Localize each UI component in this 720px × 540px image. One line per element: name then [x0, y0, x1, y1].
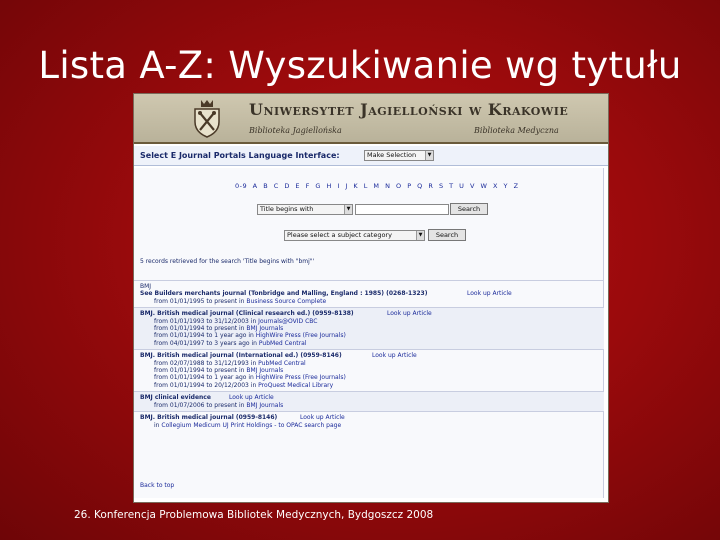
slide-title: Lista A-Z: Wyszukiwanie wg tytułu [38, 44, 682, 87]
record-holding: from 01/01/1994 to present in BMJ Journa… [154, 367, 284, 375]
result-record: BMJ See Builders merchants journal (Tonb… [134, 280, 604, 307]
look-up-article-link[interactable]: Look up Article [300, 414, 345, 421]
result-record: BMJ. British medical journal (Internatio… [134, 349, 604, 391]
holding-source-link[interactable]: BMJ Journals [246, 325, 283, 332]
holding-source-link[interactable]: HighWire Press (Free Journals) [256, 374, 346, 381]
look-up-article-link[interactable]: Look up Article [467, 290, 512, 297]
slide-footer: 26. Konferencja Problemowa Bibliotek Med… [74, 509, 434, 521]
record-pre: BMJ [140, 283, 152, 290]
record-holding: from 01/01/1994 to 20/12/2003 in ProQues… [154, 381, 334, 389]
record-holding: from 01/01/1993 to 31/12/2003 in Journal… [154, 317, 318, 325]
holding-source-link[interactable]: ProQuest Medical Library [258, 382, 333, 389]
result-record: BMJ. British medical journal (Clinical r… [134, 307, 604, 350]
look-up-article-link[interactable]: Look up Article [387, 310, 432, 317]
record-holding: from 01/01/1994 to 1 year ago in HighWir… [154, 374, 346, 382]
search-input[interactable] [355, 204, 449, 215]
embedded-screenshot: Uniwersytet Jagielloński w Krakowie Bibl… [133, 93, 609, 503]
university-name: Uniwersytet Jagielloński w Krakowie [249, 100, 569, 119]
chevron-down-icon: ▼ [416, 231, 424, 240]
record-holding: in Collegium Medicum UJ Print Holdings -… [154, 421, 342, 429]
library-left[interactable]: Biblioteka Jagiellońska [249, 126, 342, 135]
holding-source-link[interactable]: HighWire Press (Free Journals) [256, 332, 346, 339]
look-up-article-link[interactable]: Look up Article [229, 394, 274, 401]
holding-source-link[interactable]: BMJ Journals [246, 402, 283, 409]
look-up-article-link[interactable]: Look up Article [372, 352, 417, 359]
search-mode-value: Title begins with [260, 205, 314, 213]
language-label: Select E Journal Portals Language Interf… [140, 151, 340, 160]
library-right[interactable]: Biblioteka Medyczna [474, 126, 559, 135]
subject-select[interactable]: Please select a subject category ▼ [284, 230, 425, 241]
record-title[interactable]: BMJ clinical evidence [140, 394, 604, 401]
holding-source-link[interactable]: PubMed Central [258, 360, 306, 367]
holding-source-link[interactable]: Business Source Complete [246, 298, 326, 305]
chevron-down-icon: ▼ [425, 151, 433, 160]
language-select[interactable]: Make Selection ▼ [364, 150, 434, 161]
results-summary: 5 records retrieved for the search 'Titl… [140, 258, 315, 265]
holding-source-link[interactable]: PubMed Central [259, 340, 307, 347]
search-mode-select[interactable]: Title begins with ▼ [257, 204, 353, 215]
record-holding: from 01/01/1995 to present in Business S… [154, 297, 327, 305]
record-holding: from 01/07/2006 to present in BMJ Journa… [154, 401, 284, 409]
back-to-top-link[interactable]: Back to top [140, 482, 174, 489]
results-list: BMJ See Builders merchants journal (Tonb… [134, 280, 604, 431]
record-holding: from 04/01/1997 to 3 years ago in PubMed… [154, 339, 307, 347]
record-holding: from 01/01/1994 to present in BMJ Journa… [154, 325, 284, 333]
chevron-down-icon: ▼ [344, 205, 352, 214]
university-banner: Uniwersytet Jagielloński w Krakowie Bibl… [134, 94, 608, 144]
search-panel: 0-9 A B C D E F G H I J K L M N O P Q R … [134, 168, 604, 498]
holding-source-link[interactable]: Journals@OVID CBC [258, 318, 317, 325]
language-bar: Select E Journal Portals Language Interf… [134, 146, 608, 166]
record-title[interactable]: BMJ. British medical journal (Clinical r… [140, 310, 604, 317]
subject-select-value: Please select a subject category [287, 231, 392, 239]
language-select-value: Make Selection [367, 151, 417, 159]
result-record: BMJ clinical evidence Look up Article fr… [134, 391, 604, 412]
holding-source-link[interactable]: BMJ Journals [246, 367, 283, 374]
record-title[interactable]: See Builders merchants journal (Tonbridg… [140, 290, 604, 297]
record-holding: from 02/07/1988 to 31/12/1993 in PubMed … [154, 359, 306, 367]
subject-search-button[interactable]: Search [428, 229, 466, 241]
record-title[interactable]: BMJ. British medical journal (0959-8146) [140, 414, 604, 421]
university-crest-icon [194, 100, 220, 138]
result-record: BMJ. British medical journal (0959-8146)… [134, 411, 604, 431]
search-button[interactable]: Search [450, 203, 488, 215]
alphabet-nav[interactable]: 0-9 A B C D E F G H I J K L M N O P Q R … [235, 182, 519, 190]
record-holding: from 01/01/1994 to 1 year ago in HighWir… [154, 332, 346, 340]
holding-source-link[interactable]: Collegium Medicum UJ Print Holdings - to… [161, 422, 341, 429]
